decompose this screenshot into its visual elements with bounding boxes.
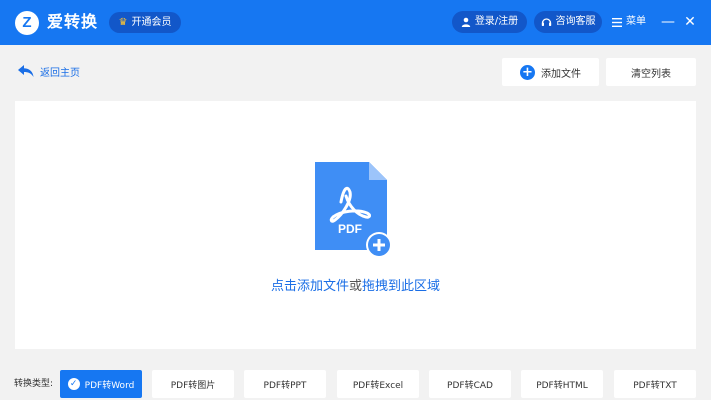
- back-home-link[interactable]: 返回主页: [18, 62, 80, 80]
- close-button[interactable]: ✕: [681, 11, 699, 33]
- app-logo-icon: Z: [15, 11, 39, 35]
- clear-list-label: 清空列表: [631, 68, 671, 80]
- type-pdf-to-html[interactable]: PDF转HTML: [521, 370, 603, 398]
- type-pdf-to-image[interactable]: PDF转图片: [152, 370, 234, 398]
- menu-button[interactable]: 菜单: [612, 11, 646, 33]
- type-pdf-to-ppt[interactable]: PDF转PPT: [244, 370, 326, 398]
- type-label-text: PDF转PPT: [263, 380, 307, 391]
- headset-icon: [541, 17, 551, 26]
- back-arrow-icon: [18, 64, 34, 77]
- login-button[interactable]: 登录/注册: [452, 11, 527, 33]
- pdf-icon-label: PDF: [338, 222, 362, 236]
- drop-hint: 点击添加文件或拖拽到此区域: [15, 278, 696, 296]
- conversion-type-label: 转换类型:: [14, 379, 54, 389]
- user-icon: [461, 17, 471, 27]
- type-pdf-to-txt[interactable]: PDF转TXT: [614, 370, 696, 398]
- service-label: 咨询客服: [555, 16, 596, 27]
- check-icon: ✓: [67, 378, 80, 390]
- add-file-button[interactable]: + 添加文件: [502, 58, 599, 86]
- type-pdf-to-word[interactable]: ✓ PDF转Word: [60, 370, 142, 398]
- menu-label: 菜单: [626, 16, 646, 27]
- type-pdf-to-cad[interactable]: PDF转CAD: [429, 370, 511, 398]
- type-label-text: PDF转HTML: [536, 380, 588, 391]
- title-bar: Z 爱转换 ♛ 开通会员 登录/注册 咨询客服 菜单 — ✕: [0, 0, 711, 45]
- hamburger-icon: [612, 17, 622, 27]
- minimize-button[interactable]: —: [659, 11, 677, 33]
- type-label-text: PDF转Excel: [352, 380, 404, 391]
- plus-circle-icon: +: [520, 64, 535, 80]
- type-label-text: PDF转TXT: [633, 380, 677, 391]
- drop-hint-or: 或: [348, 279, 362, 294]
- back-home-label: 返回主页: [40, 67, 80, 79]
- crown-icon: ♛: [118, 17, 128, 28]
- app-name: 爱转换: [47, 12, 99, 31]
- type-pdf-to-excel[interactable]: PDF转Excel: [337, 370, 419, 398]
- drop-hint-click: 点击添加文件: [270, 279, 349, 294]
- login-label: 登录/注册: [474, 16, 519, 27]
- type-label-text: PDF转CAD: [447, 380, 493, 391]
- file-drop-zone[interactable]: PDF 点击添加文件或拖拽到此区域: [15, 101, 696, 349]
- vip-label: 开通会员: [131, 17, 172, 28]
- pdf-add-icon: PDF: [315, 162, 392, 258]
- add-file-label: 添加文件: [541, 68, 581, 80]
- clear-list-button[interactable]: 清空列表: [606, 58, 696, 86]
- customer-service-button[interactable]: 咨询客服: [534, 11, 602, 33]
- type-label-text: PDF转图片: [170, 380, 216, 391]
- type-label-text: PDF转Word: [84, 380, 135, 391]
- drop-hint-drag: 拖拽到此区域: [362, 279, 441, 294]
- vip-button[interactable]: ♛ 开通会员: [109, 12, 181, 33]
